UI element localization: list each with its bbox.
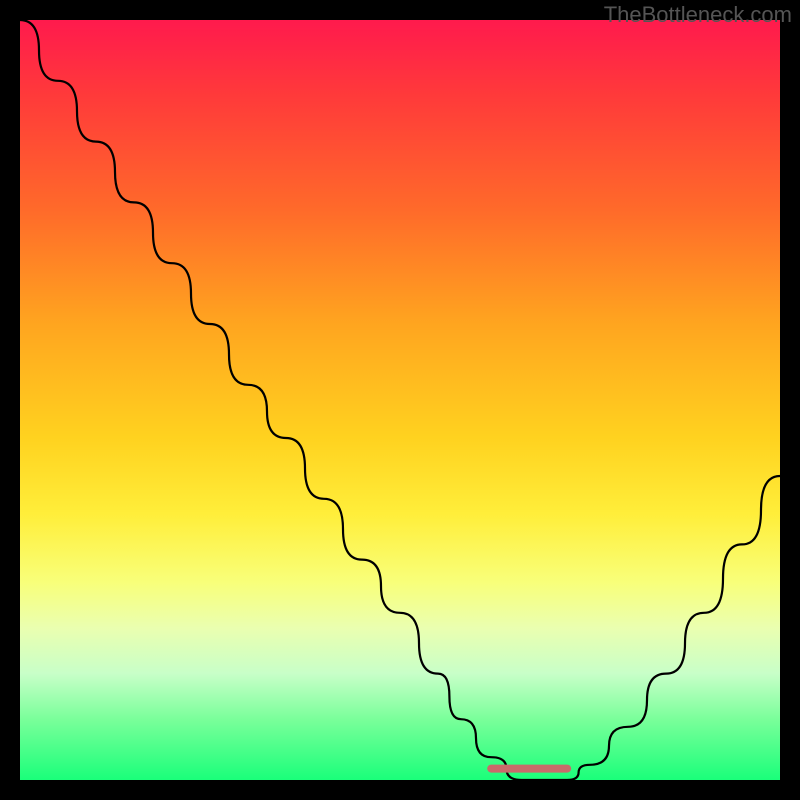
watermark-text: TheBottleneck.com: [604, 2, 792, 28]
chart-svg: [20, 20, 780, 780]
mask-right: [780, 0, 800, 800]
bottleneck-curve: [20, 20, 780, 780]
mask-left: [0, 0, 20, 800]
chart-frame: [20, 20, 780, 780]
mask-bottom: [0, 780, 800, 800]
